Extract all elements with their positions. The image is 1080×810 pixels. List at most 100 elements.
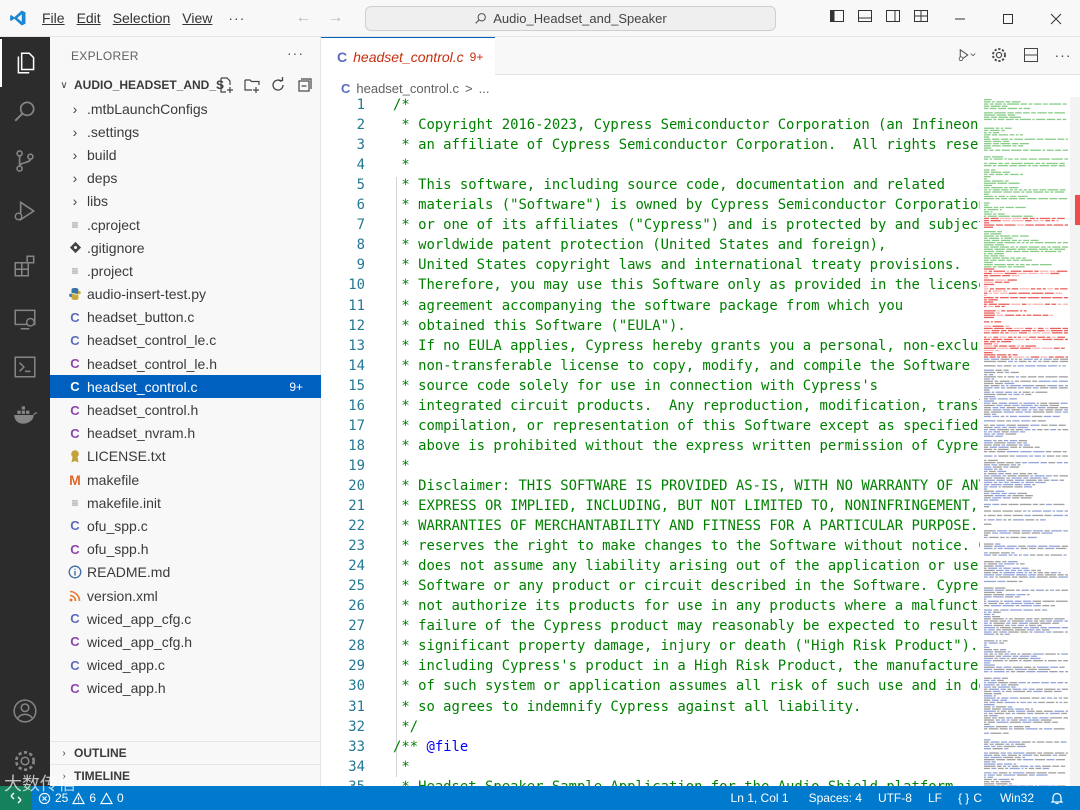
tree-file[interactable]: Cheadset_control.c 9+ — [50, 375, 321, 399]
forward-arrow-icon[interactable]: → — [327, 9, 343, 27]
notifications-bell-icon[interactable] — [1044, 786, 1070, 810]
end-of-line[interactable]: LF — [922, 786, 952, 810]
tree-file[interactable]: Cheadset_button.c — [50, 306, 321, 329]
minimap-token — [1037, 420, 1046, 422]
run-debug-dropdown-icon[interactable] — [958, 45, 976, 65]
new-folder-icon[interactable] — [243, 76, 261, 94]
timeline-section-header[interactable]: › TIMELINE — [50, 764, 321, 787]
tree-folder[interactable]: › .settings — [50, 120, 321, 143]
minimap-token — [1013, 191, 1020, 193]
minimap-token — [1028, 272, 1038, 275]
tree-file[interactable]: Cofu_spp.h — [50, 538, 321, 561]
tree-file[interactable]: Cwiced_app_cfg.c — [50, 607, 321, 630]
minimap[interactable] — [980, 97, 1070, 786]
tree-file[interactable]: version.xml — [50, 584, 321, 607]
toggle-secondary-sidebar-icon[interactable] — [885, 8, 901, 24]
minimap-token — [996, 514, 1003, 517]
split-editor-icon[interactable] — [1022, 45, 1040, 65]
toggle-panel-icon[interactable] — [857, 8, 873, 24]
minimize-icon[interactable] — [936, 0, 984, 37]
tree-folder[interactable]: › build — [50, 143, 321, 166]
settings-gear-icon[interactable] — [990, 45, 1008, 65]
tree-folder[interactable]: › deps — [50, 167, 321, 190]
terminal-icon[interactable] — [0, 343, 50, 391]
minimap-token — [1012, 627, 1023, 629]
code-line: 28 * significant property damage, injury… — [321, 638, 980, 658]
minimap-token — [989, 237, 1000, 239]
menu-more-icon[interactable]: ··· — [218, 10, 255, 26]
toggle-primary-sidebar-icon[interactable] — [829, 8, 845, 24]
minimap-token — [1025, 365, 1036, 367]
tree-file[interactable]: Cheadset_control_le.h — [50, 352, 321, 375]
breadcrumb-symbol[interactable]: ... — [479, 81, 490, 96]
minimap-token — [1064, 338, 1068, 341]
search-icon[interactable] — [0, 87, 50, 135]
source-control-icon[interactable] — [0, 137, 50, 185]
back-arrow-icon[interactable]: ← — [295, 9, 311, 27]
explorer-more-actions-icon[interactable]: ··· — [287, 45, 304, 61]
indentation[interactable]: Spaces: 4 — [803, 786, 872, 810]
minimap-token — [1037, 569, 1041, 572]
minimap-token — [992, 189, 1000, 191]
tree-file[interactable]: Mmakefile — [50, 468, 321, 491]
minimap-token — [1005, 602, 1010, 605]
breadcrumb-file[interactable]: headset_control.c — [356, 81, 459, 96]
minimap-token — [1036, 741, 1045, 743]
tree-file[interactable]: Cofu_spp.c — [50, 514, 321, 537]
extensions-icon[interactable] — [0, 242, 50, 290]
minimap-token — [989, 701, 996, 704]
docker-icon[interactable] — [0, 391, 50, 439]
minimap-token — [984, 266, 992, 268]
minimap-token — [984, 611, 987, 613]
outline-section-header[interactable]: › OUTLINE — [50, 741, 321, 764]
minimap-token — [1029, 547, 1036, 550]
tab-headset-control-c[interactable]: C headset_control.c 9+ — [321, 37, 495, 75]
tree-file[interactable]: Cheadset_control_le.c — [50, 329, 321, 352]
new-file-icon[interactable] — [217, 76, 235, 94]
tree-file[interactable]: README.md — [50, 561, 321, 584]
minimap-token — [1032, 653, 1044, 655]
accounts-icon[interactable] — [0, 687, 50, 735]
tree-file[interactable]: Cwiced_app.h — [50, 677, 321, 700]
tree-file[interactable]: Cheadset_control.h — [50, 398, 321, 421]
close-icon[interactable] — [1032, 0, 1080, 37]
maximize-icon[interactable] — [984, 0, 1032, 37]
tree-file[interactable]: ≡ .cproject — [50, 213, 321, 236]
tree-file[interactable]: audio-insert-test.py — [50, 283, 321, 306]
code-text: /* — [393, 97, 410, 113]
more-actions-icon[interactable]: ··· — [1054, 45, 1072, 65]
minimap-token — [1000, 688, 1007, 690]
menu-item-selection[interactable]: Selection — [107, 0, 177, 37]
encoding[interactable]: UTF-8 — [872, 786, 922, 810]
minimap-token — [997, 686, 1010, 688]
code-editor[interactable]: 1/* 2 * Copyright 2016-2023, Cypress Semi… — [321, 97, 980, 786]
tree-file[interactable]: .gitignore — [50, 236, 321, 259]
minimap-token — [1003, 756, 1014, 759]
tree-file[interactable]: Cwiced_app.c — [50, 654, 321, 677]
minimap-token — [984, 435, 994, 437]
collapse-all-icon[interactable] — [295, 76, 313, 94]
language-mode[interactable]: { } C — [952, 786, 988, 810]
refresh-icon[interactable] — [269, 76, 287, 94]
menu-item-view[interactable]: View — [176, 0, 218, 37]
menu-item-file[interactable]: File — [36, 0, 71, 37]
customize-layout-icon[interactable] — [913, 8, 929, 24]
tree-folder[interactable]: › .mtbLaunchConfigs — [50, 97, 321, 120]
remote-explorer-icon[interactable] — [0, 295, 50, 343]
menu-item-edit[interactable]: Edit — [71, 0, 107, 37]
explorer-icon[interactable] — [0, 39, 50, 87]
minimap-token — [1018, 444, 1023, 446]
tree-file[interactable]: Cheadset_nvram.h — [50, 422, 321, 445]
minimap-token — [995, 349, 999, 352]
tree-file[interactable]: ≡ .project — [50, 259, 321, 282]
platform[interactable]: Win32 — [988, 786, 1044, 810]
tree-folder[interactable]: › libs — [50, 190, 321, 213]
tree-file[interactable]: ≡ makefile.init — [50, 491, 321, 514]
tree-file[interactable]: Cwiced_app_cfg.h — [50, 630, 321, 653]
cursor-position[interactable]: Ln 1, Col 1 — [725, 786, 803, 810]
command-center-search[interactable]: Audio_Headset_and_Speaker — [365, 6, 776, 31]
run-and-debug-icon[interactable] — [0, 187, 50, 235]
tree-file[interactable]: LICENSE.txt — [50, 445, 321, 468]
minimap-token — [1032, 360, 1037, 363]
workspace-folder-header[interactable]: ∨ AUDIO_HEADSET_AND_S... — [50, 74, 321, 96]
